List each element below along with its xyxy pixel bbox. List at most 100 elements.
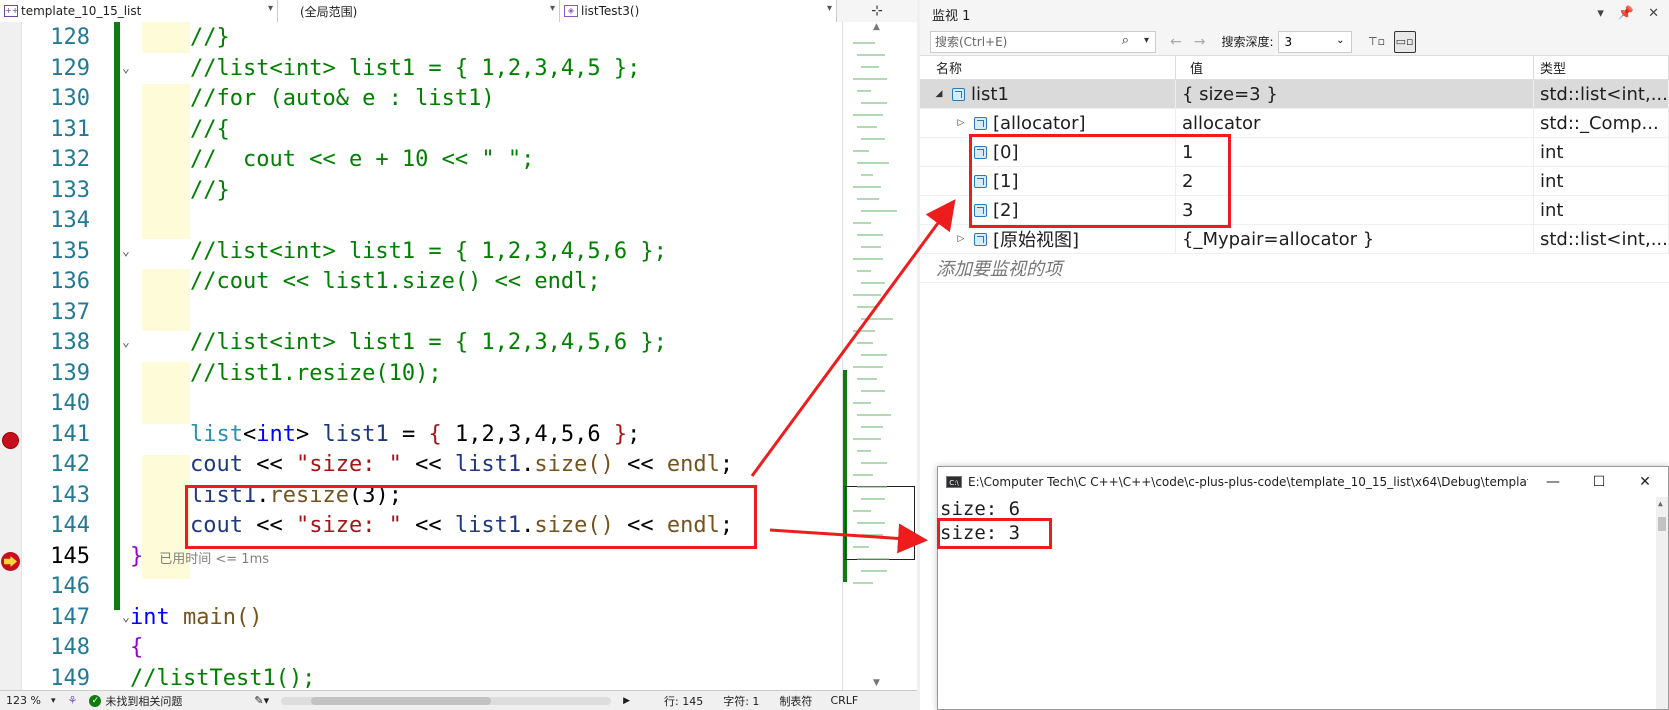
watch-type-cell: std::_Comp... [1534,109,1669,137]
minimap-line [861,390,885,392]
watch-value-cell[interactable]: 3 [1176,196,1534,224]
code-line[interactable]: 134 [22,205,842,236]
code-line[interactable]: 129 ⌄ //list<int> list1 = { 1,2,3,4,5 }; [22,53,842,84]
execution-pointer-icon[interactable] [1,552,20,571]
pin-icon[interactable]: 📌 [1618,6,1634,21]
brush-button[interactable]: ✎▾ [248,694,275,707]
code-line[interactable]: 133 //} [22,175,842,206]
function-combo[interactable]: ◈ listTest3() ▾ [560,0,837,22]
breakpoint-icon[interactable] [2,432,19,449]
watch-row[interactable]: [1] 2 int [920,167,1669,196]
type-column-header[interactable]: 类型 [1534,56,1669,79]
scope-combo[interactable]: (全局范围) ▾ [278,0,560,22]
watch-value-cell[interactable]: {_Mypair=allocator } [1176,225,1534,253]
watch-type-cell: int [1534,138,1669,166]
code-text: //} [190,175,230,206]
code-line[interactable]: 136 //cout << list1.size() << endl; [22,266,842,297]
code-line[interactable]: 148 { [22,632,842,663]
watch-name: [1] [993,170,1019,192]
line-number: 139 [50,360,90,386]
expand-toggle-icon[interactable]: ▷ [954,234,968,244]
code-line[interactable]: 137 [22,297,842,328]
issues-indicator[interactable]: ✓ 未找到相关问题 [83,693,188,709]
code-line[interactable]: 140 [22,388,842,419]
code-line[interactable]: 144 cout << "size: " << list1.size() << e… [22,510,842,541]
watch-row[interactable]: ▷ [原始视图] {_Mypair=allocator } std::list<int… [920,225,1669,254]
minimap-line [861,570,887,572]
code-text: //listTest1(); [130,663,315,691]
fold-chevron-icon[interactable]: ⌄ [122,53,130,84]
fold-chevron-icon[interactable]: ⌄ [122,236,130,267]
code-text: //cout << list1.size() << endl; [190,266,601,297]
code-line[interactable]: 142 cout << "size: " << list1.size() << e… [22,449,842,480]
code-line[interactable]: 128 //} [22,22,842,53]
code-token: < [242,421,257,447]
zoom-level[interactable]: 123 % ▾ [0,694,61,707]
horizontal-scrollbar[interactable] [281,696,612,705]
code-line[interactable]: 130 //for (auto& e : list1) [22,83,842,114]
expand-toggle-icon[interactable]: ◢ [932,89,946,99]
issues-text: 未找到相关问题 [105,694,183,708]
close-icon[interactable]: ✕ [1648,6,1659,21]
intellicode-indicator[interactable]: ⚘ [61,694,83,707]
dropdown-icon[interactable]: ▾ [1597,6,1604,21]
watch-row[interactable]: [2] 3 int [920,196,1669,225]
console-output[interactable]: size: 6 size: 3 ▲ [938,497,1668,709]
code-line[interactable]: 141 list<int> list1 = { 1,2,3,4,5,6 }; [22,419,842,450]
minimap-line [853,114,883,116]
code-line[interactable]: 135 ⌄ //list<int> list1 = { 1,2,3,4,5,6 }; [22,236,842,267]
fold-chevron-icon[interactable]: ⌄ [122,602,130,633]
watch-row[interactable]: ▷ [allocator] allocator std::_Comp... [920,109,1669,138]
console-scrollbar[interactable]: ▲ [1656,497,1668,709]
code-line[interactable]: 143 list1.resize(3); [22,480,842,511]
scroll-down-icon[interactable]: ▼ [873,678,880,688]
watch-value-cell[interactable]: 2 [1176,167,1534,195]
fold-chevron-icon[interactable]: ⌄ [122,327,130,358]
code-line[interactable]: 149 //listTest1(); [22,663,842,691]
minimap-line [857,522,885,524]
tab-indicator[interactable]: 制表符 [773,693,818,709]
code-line[interactable]: 131 //{ [22,114,842,145]
code-text-area[interactable]: 128 //} 129 ⌄ //list<int> list1 = { 1,2,3,4,… [22,22,842,690]
watch-value-cell[interactable]: { size=3 } [1176,80,1534,108]
code-line[interactable]: 145} 已用时间 <= 1ms [22,541,842,572]
code-line[interactable]: 139 //list1.resize(10); [22,358,842,389]
add-watch-row[interactable]: 添加要监视的项 [920,254,1669,283]
watch-row[interactable]: [0] 1 int [920,138,1669,167]
chevron-down-icon[interactable]: ▾ [1144,35,1149,46]
scroll-thumb[interactable] [1658,517,1666,531]
scroll-up-icon[interactable]: ▲ [1658,499,1663,508]
watch-value-cell[interactable]: allocator [1176,109,1534,137]
close-icon[interactable]: ✕ [1622,467,1668,497]
name-column-header[interactable]: 名称 [920,56,1176,79]
hex-display-button[interactable]: ▭▫ [1393,30,1416,53]
minimize-icon[interactable]: — [1530,467,1576,497]
watch-value-cell[interactable]: 1 [1176,138,1534,166]
search-depth-label: 搜索深度: [1221,35,1274,49]
split-window-button[interactable]: ⊹ [837,0,917,22]
watch-row[interactable]: ◢ list1 { size=3 } std::list<int,... [920,80,1669,109]
expand-toggle-icon[interactable]: ▷ [954,118,968,128]
watch-name: [原始视图] [993,230,1080,251]
search-nav-arrows[interactable]: ←→ [1170,34,1217,50]
search-depth-select[interactable]: 3 ⌄ [1277,30,1352,53]
code-line[interactable]: 132 // cout << e + 10 << " "; [22,144,842,175]
code-token: (3); [348,482,402,508]
maximize-icon[interactable]: ☐ [1576,467,1622,497]
console-app-icon: C:\ [946,476,962,488]
indicator-margin[interactable] [0,22,22,690]
eol-indicator[interactable]: CRLF [824,694,864,707]
scroll-up-icon[interactable]: ▲ [873,22,880,32]
code-token: { [428,421,442,447]
console-title-bar: C:\ E:\Computer Tech\C C++\C++\code\c-pl… [938,467,1668,497]
pin-to-source-button[interactable]: ⊤▫ [1366,31,1388,53]
code-minimap[interactable]: ▲ ▼ [842,22,917,690]
value-column-header[interactable]: 值 [1176,56,1534,79]
code-line[interactable]: 147 ⌄ int main() [22,602,842,633]
scroll-right-icon[interactable]: ▶ [617,696,636,706]
project-combo[interactable]: ++ template_10_15_list ▾ [0,0,278,22]
code-line[interactable]: 146 [22,571,842,602]
code-line[interactable]: 138 ⌄ //list<int> list1 = { 1,2,3,4,5,6 }; [22,327,842,358]
watch-search-input[interactable]: 搜索(Ctrl+E) ⌕ ▾ [930,30,1156,53]
search-icon[interactable]: ⌕ [1122,33,1129,48]
